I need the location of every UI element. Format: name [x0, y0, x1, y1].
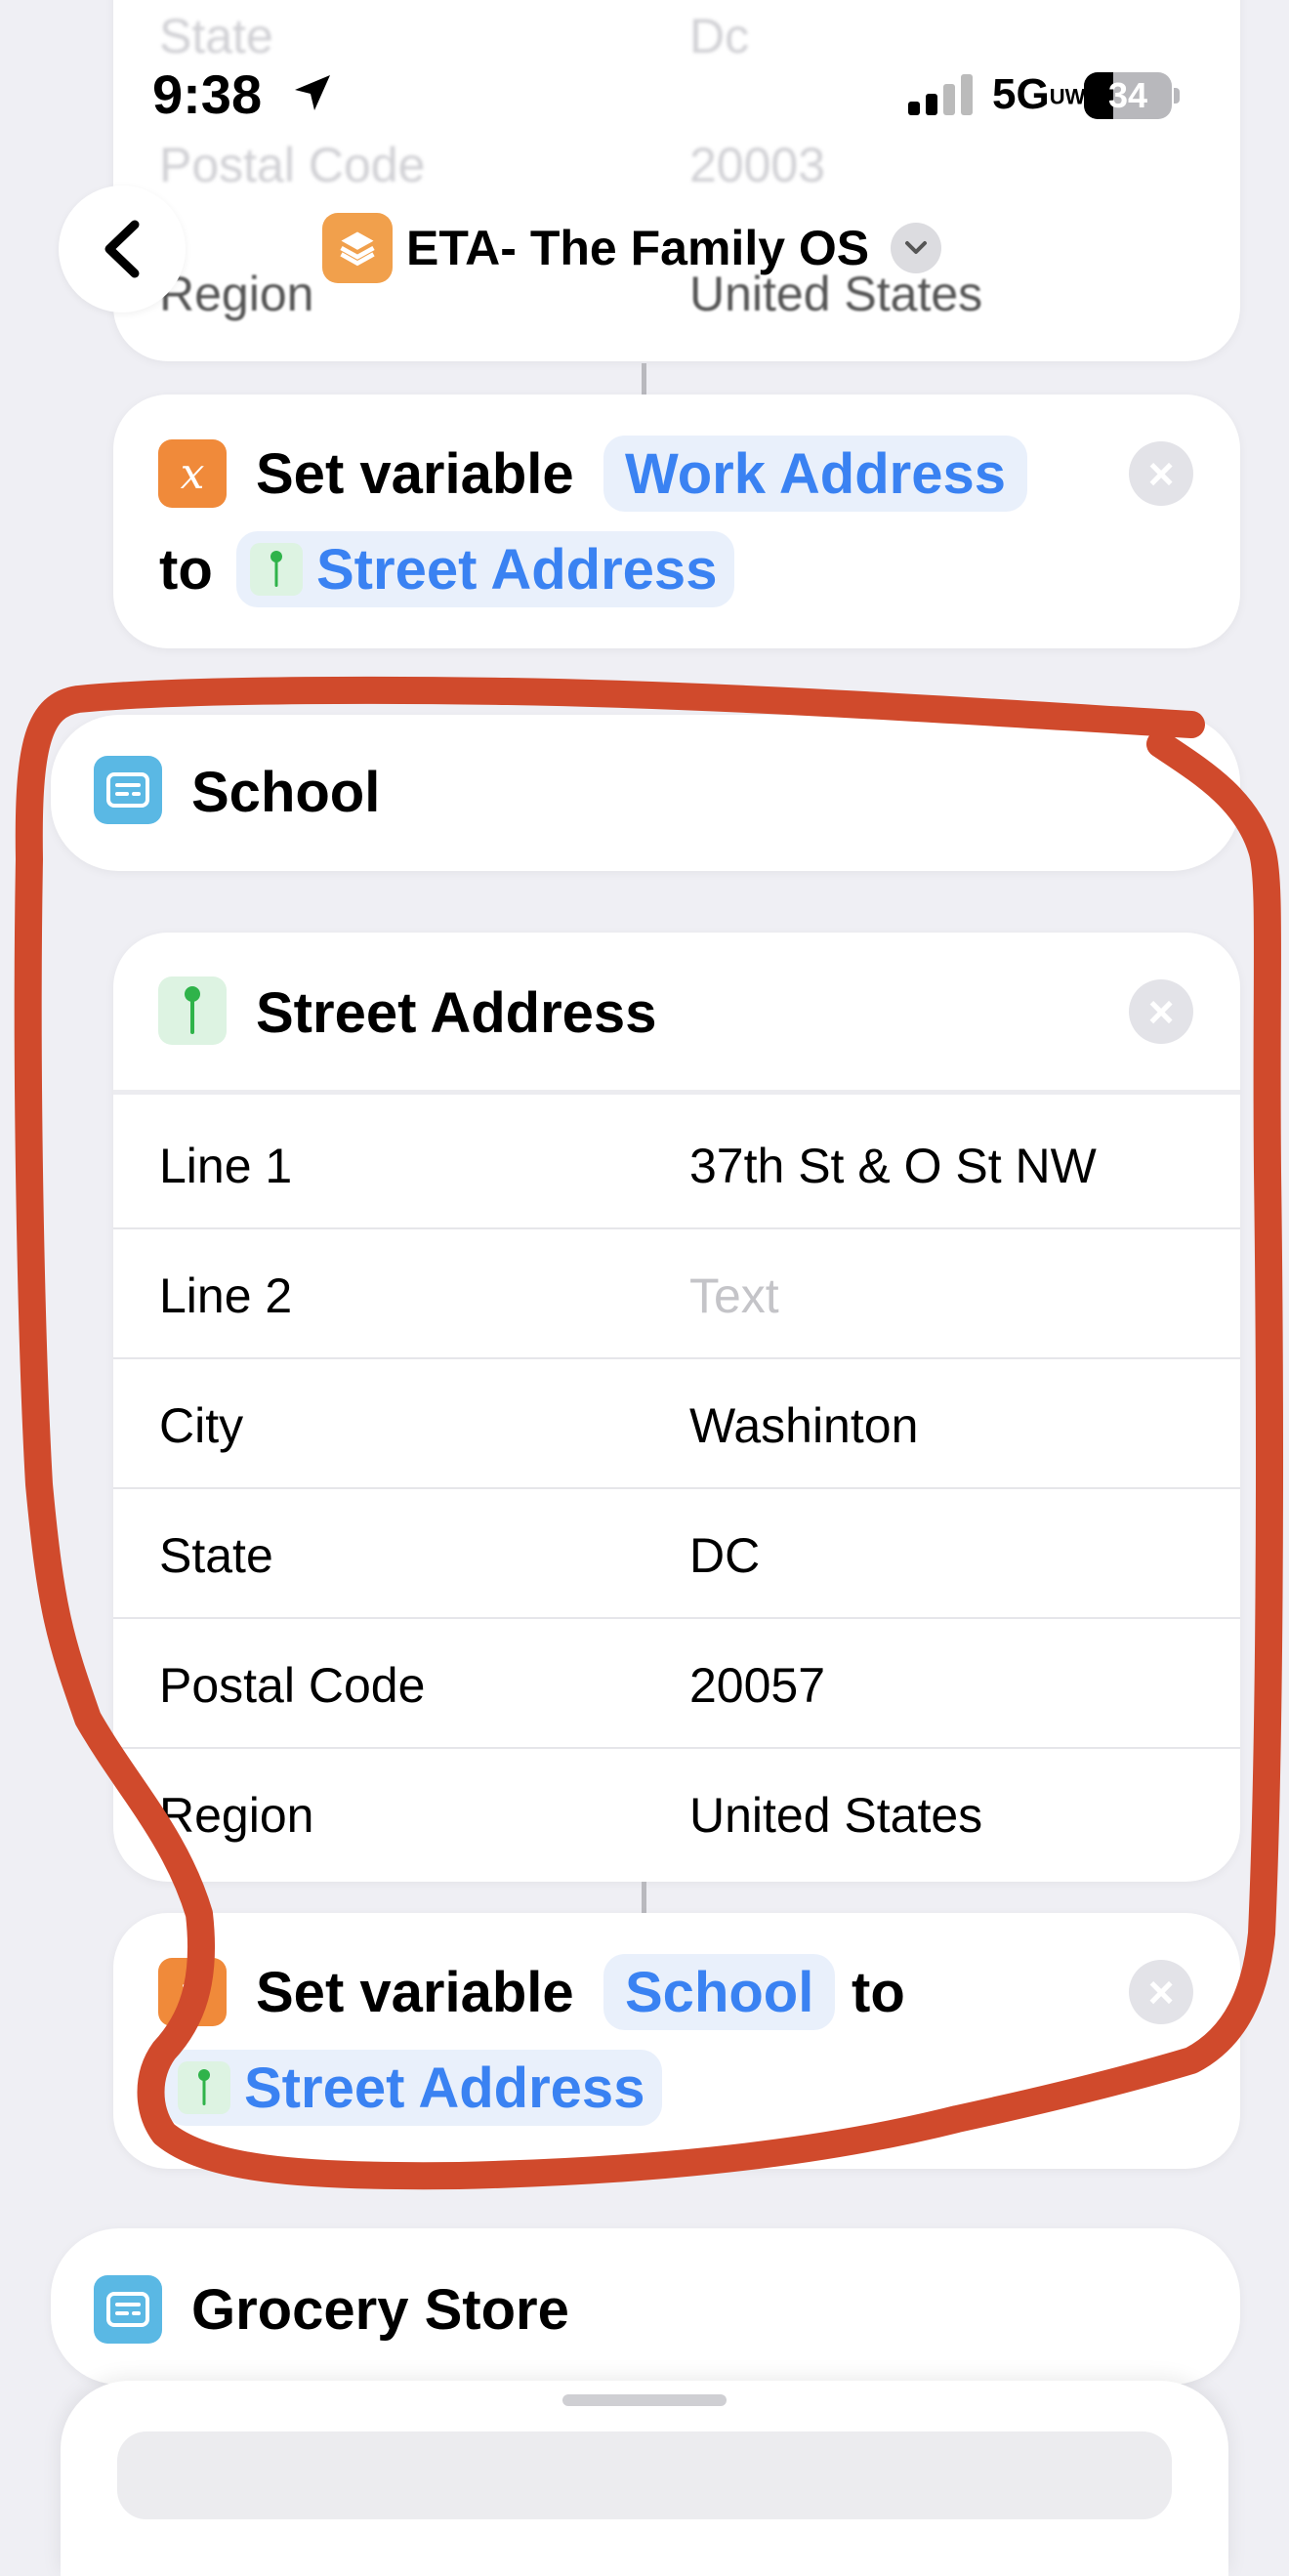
back-button[interactable] — [59, 186, 186, 312]
scroll-indicator[interactable] — [1272, 976, 1278, 1543]
remove-action-button[interactable]: × — [1129, 1960, 1193, 2024]
variable-token-label: School — [625, 1960, 814, 2024]
row-state-label: State — [159, 1528, 273, 1583]
row-line1-value[interactable]: 37th St & O St NW — [689, 1138, 1097, 1194]
close-icon: × — [1147, 448, 1175, 499]
to-label: to — [852, 1961, 905, 2024]
battery-icon: 34 — [1084, 72, 1172, 119]
to-label: to — [159, 538, 213, 602]
location-arrow-icon — [289, 68, 336, 122]
set-variable-work-card[interactable] — [113, 395, 1240, 648]
row-postal-code-value[interactable]: 20057 — [689, 1657, 825, 1714]
map-pin-icon — [158, 976, 227, 1045]
row-region-value[interactable]: United States — [689, 1787, 982, 1844]
school-text-label[interactable]: School — [191, 760, 380, 825]
row-divider — [113, 1357, 1240, 1359]
row-line2-label: Line 2 — [159, 1268, 293, 1323]
close-icon: × — [1147, 1967, 1175, 2017]
row-city-value[interactable]: Washinton — [689, 1397, 918, 1454]
sheet-search-field[interactable] — [117, 2431, 1172, 2519]
shortcut-title-button[interactable]: ETA- The Family OS — [322, 211, 942, 285]
network-suffix: UW — [1049, 84, 1086, 109]
variable-icon: x — [158, 1958, 227, 2026]
sheet-grabber[interactable] — [562, 2394, 727, 2406]
row-state-value[interactable]: DC — [689, 1527, 760, 1584]
battery-cap — [1174, 88, 1180, 104]
text-block-icon — [94, 756, 162, 824]
street-address-token-label: Street Address — [316, 537, 718, 602]
row-divider — [113, 1487, 1240, 1489]
street-address-title: Street Address — [256, 981, 657, 1045]
set-variable-label: Set variable — [256, 1961, 574, 2024]
row-divider — [113, 1747, 1240, 1749]
chevron-down-icon — [891, 223, 942, 273]
street-address-card — [113, 933, 1240, 1882]
row-city-label: City — [159, 1398, 244, 1453]
status-bar: 9:38 5GUW 34 — [0, 0, 1289, 156]
street-address-token[interactable]: Street Address — [236, 531, 735, 607]
variable-icon: x — [158, 439, 227, 508]
text-block-icon — [94, 2275, 162, 2344]
close-icon: × — [1147, 986, 1175, 1037]
map-pin-icon — [250, 543, 303, 596]
network-label: 5G — [992, 70, 1050, 118]
variable-token-work-address[interactable]: Work Address — [603, 436, 1027, 512]
flow-connector — [642, 1882, 646, 1913]
row-line1-label: Line 1 — [159, 1139, 293, 1193]
battery-level: 34 — [1107, 75, 1148, 115]
flow-connector — [642, 363, 646, 395]
street-address-token-label: Street Address — [244, 2056, 645, 2120]
shortcut-title: ETA- The Family OS — [406, 221, 870, 275]
row-divider — [113, 1617, 1240, 1619]
chevron-left-icon — [104, 220, 140, 278]
network-type: 5GUW — [992, 70, 1085, 119]
row-line2-field[interactable]: Text — [689, 1267, 779, 1324]
signal-bars-icon — [908, 74, 973, 120]
grocery-store-label[interactable]: Grocery Store — [191, 2277, 569, 2343]
header-divider — [113, 1090, 1240, 1095]
row-region-label: Region — [159, 1788, 314, 1843]
row-postal-code-label: Postal Code — [159, 1658, 426, 1713]
remove-action-button[interactable]: × — [1129, 441, 1193, 506]
remove-action-button[interactable]: × — [1129, 979, 1193, 1044]
shortcut-app-icon — [322, 213, 393, 283]
prev-row-region-label: Region — [159, 267, 314, 321]
row-divider — [113, 1227, 1240, 1229]
variable-token-label: Work Address — [625, 441, 1006, 506]
status-time: 9:38 — [152, 63, 263, 125]
variable-token-school[interactable]: School — [603, 1954, 836, 2030]
set-variable-label: Set variable — [256, 442, 574, 506]
set-variable-school-card[interactable] — [113, 1913, 1240, 2169]
street-address-token[interactable]: Street Address — [164, 2050, 663, 2126]
map-pin-icon — [178, 2061, 230, 2114]
